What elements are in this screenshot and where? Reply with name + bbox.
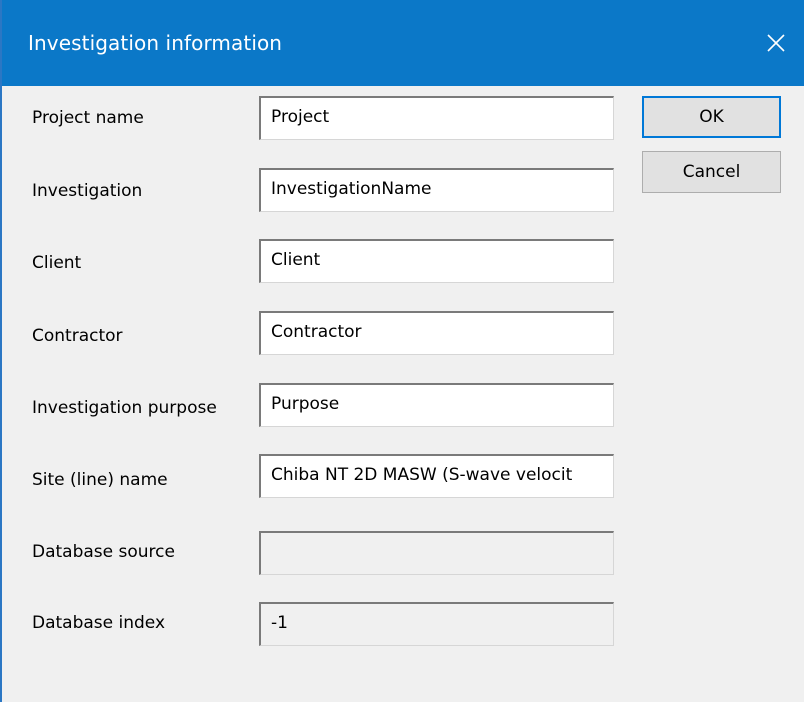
investigation-purpose-input[interactable]: Purpose [259,383,614,427]
database-index-value: -1 [271,613,288,633]
project-name-label: Project name [32,108,144,128]
investigation-purpose-value: Purpose [271,394,340,414]
site-name-input[interactable]: Chiba NT 2D MASW (S-wave velocit [259,454,614,498]
client-input[interactable]: Client [259,239,614,283]
investigation-info-dialog: Investigation information Project name P… [0,0,804,702]
contractor-label: Contractor [32,326,123,346]
project-name-input[interactable]: Project [259,96,614,140]
contractor-input[interactable]: Contractor [259,311,614,355]
project-name-value: Project [271,107,330,127]
site-name-label: Site (line) name [32,470,168,490]
database-index-label: Database index [32,613,166,633]
site-name-value: Chiba NT 2D MASW (S-wave velocit [271,465,573,485]
investigation-purpose-label: Investigation purpose [32,398,217,418]
close-icon [766,33,786,53]
contractor-value: Contractor [271,322,362,342]
database-source-input [259,531,614,575]
title-bar[interactable]: Investigation information [2,0,804,86]
database-source-label: Database source [32,542,175,562]
investigation-input[interactable]: InvestigationName [259,168,614,212]
client-value: Client [271,250,321,270]
close-button[interactable] [746,0,804,86]
window-title: Investigation information [28,31,283,55]
ok-button[interactable]: OK [642,96,781,138]
database-index-input: -1 [259,602,614,646]
client-label: Client [32,253,82,273]
investigation-label: Investigation [32,181,143,201]
cancel-button[interactable]: Cancel [642,151,781,193]
investigation-value: InvestigationName [271,179,432,199]
